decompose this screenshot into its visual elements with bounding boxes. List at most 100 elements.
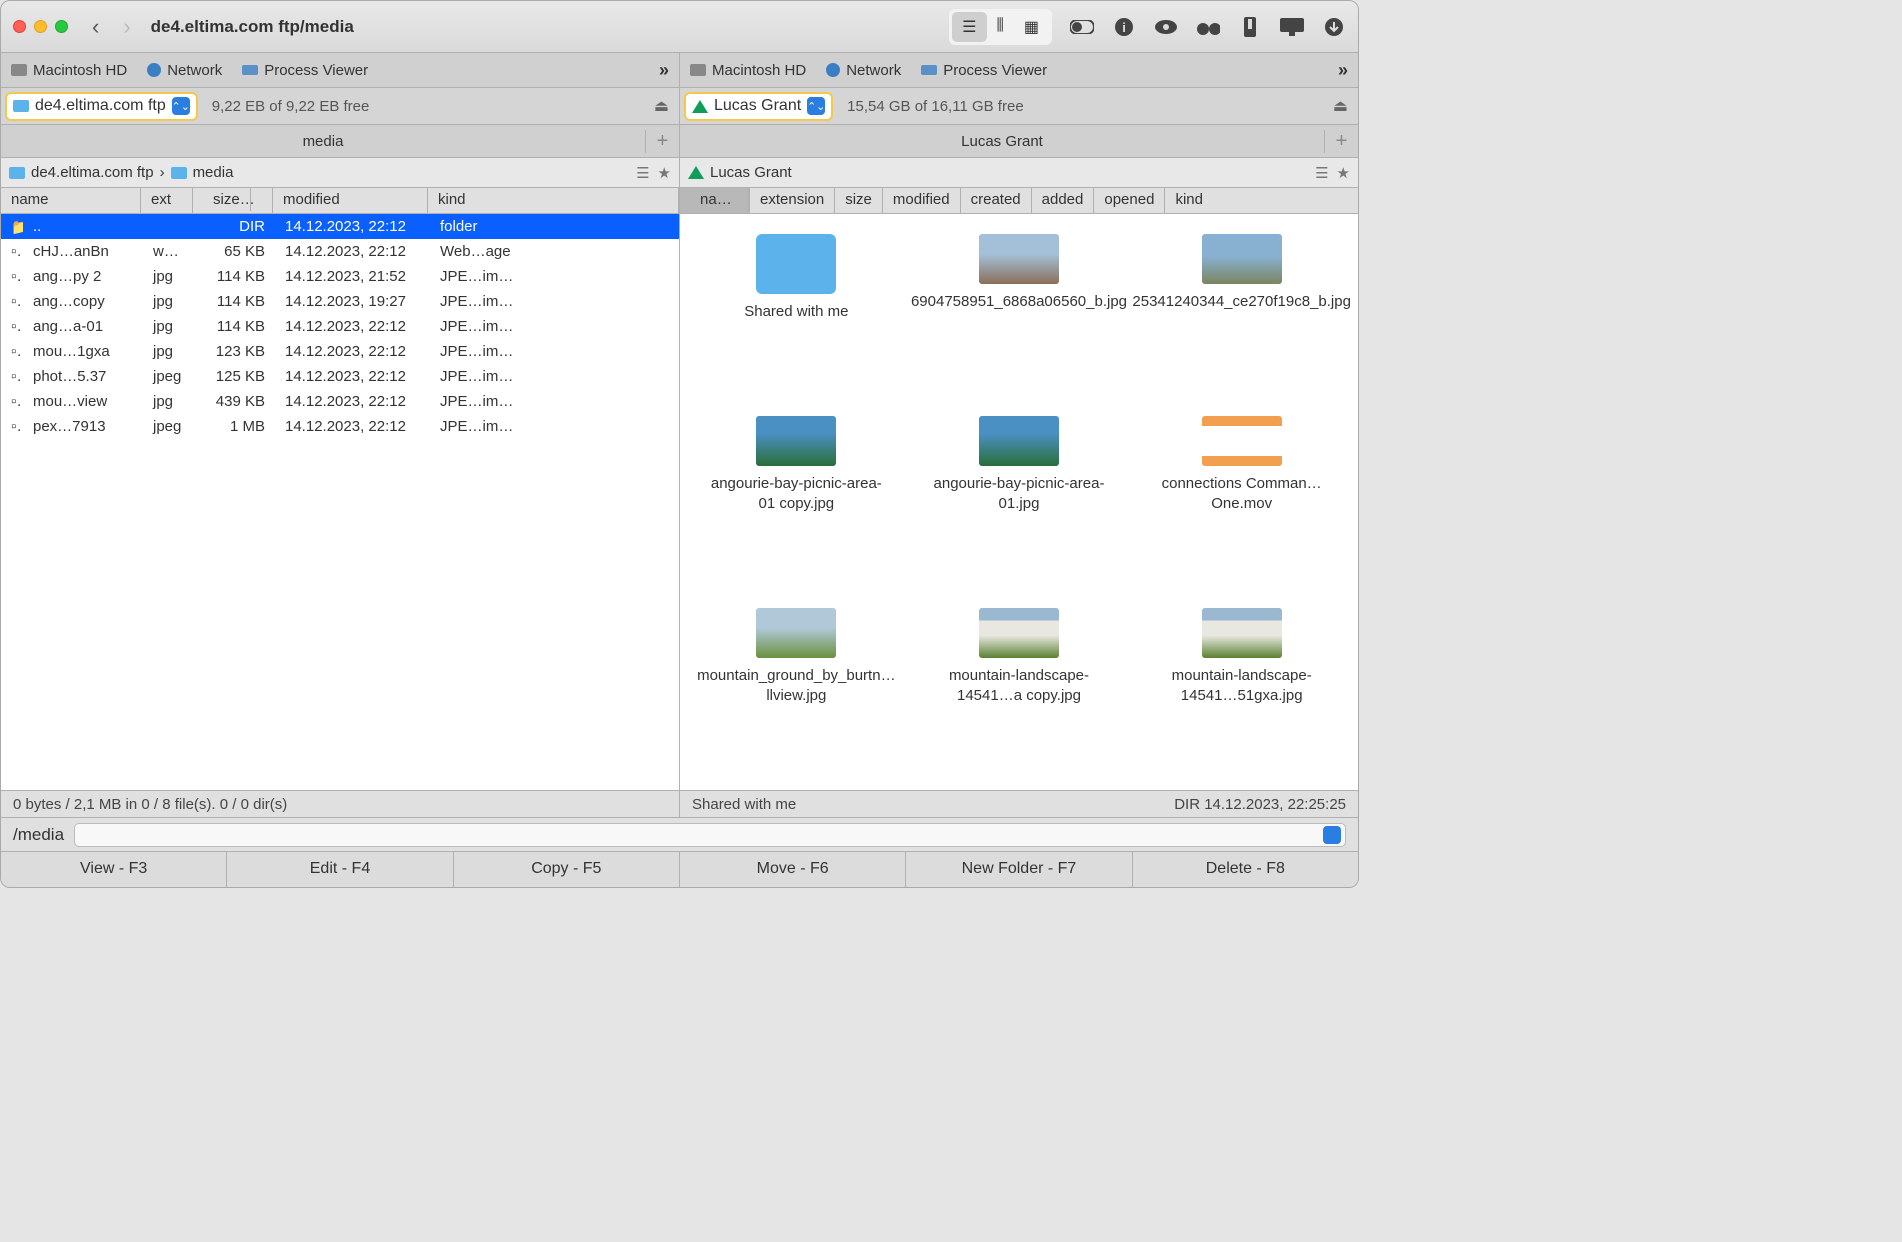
server-icon[interactable] — [1280, 15, 1304, 39]
star-icon[interactable]: ★ — [1337, 164, 1350, 182]
file-row[interactable]: ▫ cHJ…anBn we… 65 KB 14.12.2023, 22:12 W… — [1, 239, 679, 264]
file-size: 114 KB — [195, 268, 275, 285]
left-free-space: 9,22 EB of 9,22 EB free — [202, 98, 380, 115]
close-button[interactable] — [13, 20, 26, 33]
eject-icon[interactable]: ⏏ — [644, 96, 679, 116]
file-size: 1 MB — [195, 418, 275, 435]
grid-item[interactable]: mountain_ground_by_burtn…llview.jpg — [706, 608, 886, 770]
grid-item[interactable]: angourie-bay-picnic-area-01 copy.jpg — [706, 416, 886, 578]
grid-item[interactable]: Shared with me — [706, 234, 886, 386]
file-row[interactable]: ▫ ang…a-01 jpg 114 KB 14.12.2023, 22:12 … — [1, 314, 679, 339]
view-columns-icon[interactable]: ⫼ — [987, 12, 1014, 42]
file-icon: ▫ — [1, 418, 23, 435]
preview-icon[interactable] — [1154, 15, 1178, 39]
col-ext[interactable]: ext — [141, 188, 193, 213]
add-tab-button[interactable]: + — [1324, 130, 1358, 153]
add-tab-button[interactable]: + — [645, 130, 679, 153]
grid-item[interactable]: connections Comman…One.mov — [1152, 416, 1332, 578]
view-list-icon[interactable]: ☰ — [952, 12, 986, 42]
globe-icon — [147, 63, 161, 77]
column-headers: name ext size ˄ modified kind — [1, 188, 679, 214]
file-row[interactable]: ▫ ang…py 2 jpg 114 KB 14.12.2023, 21:52 … — [1, 264, 679, 289]
col-name[interactable]: name — [1, 188, 141, 213]
file-kind: JPE…image — [430, 368, 530, 385]
grid-item[interactable]: 25341240344_ce270f19c8_b.jpg — [1152, 234, 1332, 386]
toggle-icon[interactable] — [1070, 15, 1094, 39]
col-opened[interactable]: opened — [1094, 188, 1165, 213]
grid-item[interactable]: angourie-bay-picnic-area-01.jpg — [929, 416, 1109, 578]
file-size: 439 KB — [195, 393, 275, 410]
col-size[interactable]: size ˄ — [193, 188, 273, 213]
favorite-network[interactable]: Network — [826, 62, 901, 79]
grid-item[interactable]: mountain-landscape-14541…a copy.jpg — [929, 608, 1109, 770]
fkey-button[interactable]: Move - F6 — [680, 852, 906, 887]
view-grid-icon[interactable]: ▦ — [1014, 12, 1049, 42]
fkey-button[interactable]: Copy - F5 — [454, 852, 680, 887]
right-icon-grid[interactable]: Shared with me 6904758951_6868a06560_b.j… — [680, 214, 1358, 790]
nav-forward-icon[interactable]: › — [123, 14, 130, 40]
breadcrumb-item[interactable]: de4.eltima.com ftp — [31, 164, 154, 181]
favorite-network[interactable]: Network — [147, 62, 222, 79]
file-kind: JPE…image — [430, 418, 530, 435]
fkey-button[interactable]: Delete - F8 — [1133, 852, 1358, 887]
overflow-icon[interactable]: » — [1338, 60, 1348, 81]
col-modified[interactable]: modified — [883, 188, 961, 213]
list-icon[interactable]: ☰ — [1315, 164, 1328, 182]
command-input[interactable] — [74, 823, 1346, 847]
fkey-button[interactable]: New Folder - F7 — [906, 852, 1132, 887]
file-size: 65 KB — [195, 243, 275, 260]
thumbnail — [1202, 608, 1282, 658]
favorite-process-viewer[interactable]: Process Viewer — [921, 62, 1047, 79]
maximize-button[interactable] — [55, 20, 68, 33]
binoculars-icon[interactable] — [1196, 15, 1220, 39]
left-tab[interactable]: media — [1, 133, 645, 150]
right-location-selector[interactable]: Lucas Grant ⌃⌄ — [684, 92, 833, 121]
file-row[interactable]: ▫ phot…5.37 jpeg 125 KB 14.12.2023, 22:1… — [1, 364, 679, 389]
laptop-icon — [242, 65, 258, 75]
window-controls — [13, 20, 68, 33]
left-file-list[interactable]: 📁 .. DIR 14.12.2023, 22:12 folder▫ cHJ…a… — [1, 214, 679, 790]
column-headers: name ▲ extension size modified created a… — [680, 188, 1358, 214]
col-added[interactable]: added — [1032, 188, 1095, 213]
file-row[interactable]: ▫ mou…1gxa jpg 123 KB 14.12.2023, 22:12 … — [1, 339, 679, 364]
overflow-icon[interactable]: » — [659, 60, 669, 81]
star-icon[interactable]: ★ — [658, 164, 671, 182]
fkey-button[interactable]: Edit - F4 — [227, 852, 453, 887]
file-name: ang…a-01 — [23, 318, 143, 335]
fkey-button[interactable]: View - F3 — [1, 852, 227, 887]
col-modified[interactable]: modified — [273, 188, 428, 213]
col-extension[interactable]: extension — [750, 188, 835, 213]
nav-back-icon[interactable]: ‹ — [92, 14, 99, 40]
list-icon[interactable]: ☰ — [636, 164, 649, 182]
file-ext: jpg — [143, 293, 195, 310]
file-size: 123 KB — [195, 343, 275, 360]
breadcrumb-item[interactable]: media — [193, 164, 234, 181]
file-icon: ▫ — [1, 243, 23, 260]
item-label: 6904758951_6868a06560_b.jpg — [911, 292, 1127, 312]
col-kind[interactable]: kind — [1165, 188, 1213, 213]
col-created[interactable]: created — [961, 188, 1032, 213]
favorite-process-viewer[interactable]: Process Viewer — [242, 62, 368, 79]
right-tab[interactable]: Lucas Grant — [680, 133, 1324, 150]
col-name[interactable]: name ▲ — [680, 188, 750, 213]
favorite-macintosh-hd[interactable]: Macintosh HD — [690, 62, 806, 79]
file-row[interactable]: ▫ pex…7913 jpeg 1 MB 14.12.2023, 22:12 J… — [1, 414, 679, 439]
minimize-button[interactable] — [34, 20, 47, 33]
file-row[interactable]: 📁 .. DIR 14.12.2023, 22:12 folder — [1, 214, 679, 239]
left-location-selector[interactable]: de4.eltima.com ftp ⌃⌄ — [5, 92, 198, 121]
breadcrumb-item[interactable]: Lucas Grant — [710, 164, 792, 181]
grid-item[interactable]: 6904758951_6868a06560_b.jpg — [929, 234, 1109, 386]
favorite-macintosh-hd[interactable]: Macintosh HD — [11, 62, 127, 79]
archive-icon[interactable] — [1238, 15, 1262, 39]
download-icon[interactable] — [1322, 15, 1346, 39]
file-row[interactable]: ▫ mou…view jpg 439 KB 14.12.2023, 22:12 … — [1, 389, 679, 414]
file-icon: ▫ — [1, 393, 23, 410]
info-icon[interactable]: i — [1112, 15, 1136, 39]
col-size[interactable]: size — [835, 188, 883, 213]
file-row[interactable]: ▫ ang…copy jpg 114 KB 14.12.2023, 19:27 … — [1, 289, 679, 314]
col-kind[interactable]: kind — [428, 188, 679, 213]
grid-item[interactable]: mountain-landscape-14541…51gxa.jpg — [1152, 608, 1332, 770]
eject-icon[interactable]: ⏏ — [1323, 96, 1358, 116]
svg-text:i: i — [1122, 20, 1126, 35]
file-modified: 14.12.2023, 21:52 — [275, 268, 430, 285]
